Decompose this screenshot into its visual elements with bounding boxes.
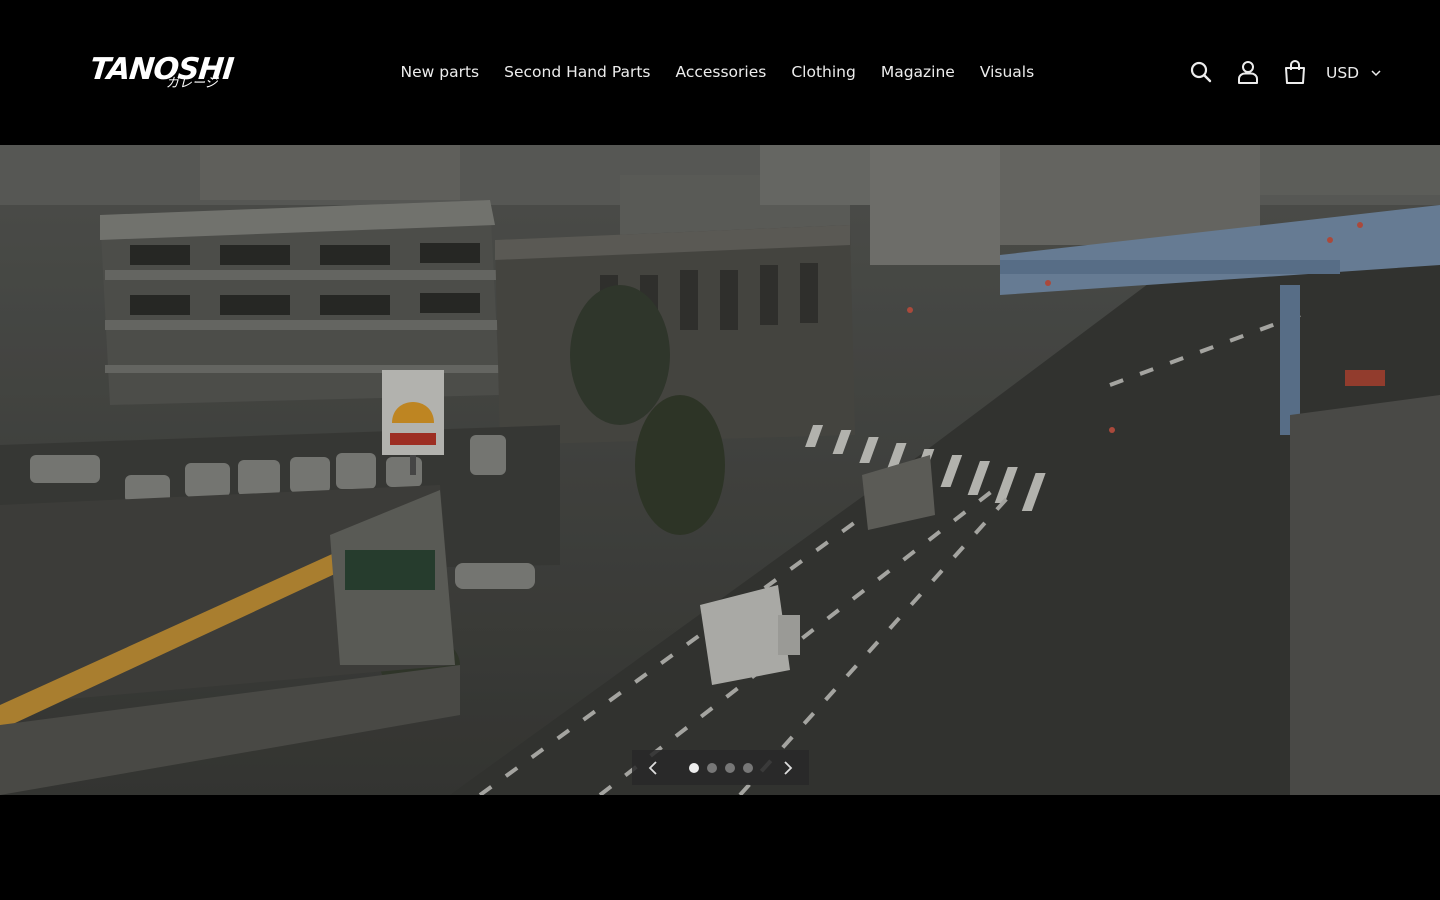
search-icon	[1190, 61, 1212, 83]
site-header: TANOSHI ガレージ New parts Second Hand Parts…	[0, 0, 1440, 145]
slideshow-prev-button[interactable]	[646, 758, 660, 778]
logo-subtext: ガレージ	[166, 76, 218, 91]
account-button[interactable]	[1234, 58, 1262, 86]
slideshow-next-button[interactable]	[781, 758, 795, 778]
nav-item-magazine[interactable]: Magazine	[868, 58, 967, 86]
chevron-down-icon	[1371, 70, 1381, 77]
nav-item-visuals[interactable]: Visuals	[967, 58, 1046, 86]
slide-dot-4[interactable]	[742, 762, 753, 773]
slideshow-controls	[632, 750, 809, 785]
slideshow-dots	[688, 762, 753, 773]
slide-dot-1[interactable]	[688, 762, 699, 773]
cart-button[interactable]	[1281, 58, 1309, 86]
nav-item-second-hand-parts[interactable]: Second Hand Parts	[492, 58, 663, 86]
currency-selector[interactable]: USD	[1326, 60, 1381, 86]
chevron-left-icon	[648, 760, 657, 775]
slide-dot-2[interactable]	[706, 762, 717, 773]
slide-dot-3[interactable]	[724, 762, 735, 773]
chevron-right-icon	[784, 760, 793, 775]
hero-image	[0, 145, 1440, 795]
page-bottom-band	[0, 795, 1440, 900]
main-nav: New parts Second Hand Parts Accessories …	[388, 58, 1047, 86]
search-button[interactable]	[1187, 58, 1215, 86]
logo[interactable]: TANOSHI ガレージ	[88, 52, 235, 96]
user-icon	[1238, 61, 1258, 84]
nav-item-clothing[interactable]: Clothing	[779, 58, 868, 86]
nav-item-accessories[interactable]: Accessories	[663, 58, 779, 86]
nav-item-new-parts[interactable]: New parts	[388, 58, 492, 86]
cart-icon	[1285, 59, 1305, 84]
hero-slideshow	[0, 145, 1440, 795]
currency-value: USD	[1326, 64, 1360, 82]
